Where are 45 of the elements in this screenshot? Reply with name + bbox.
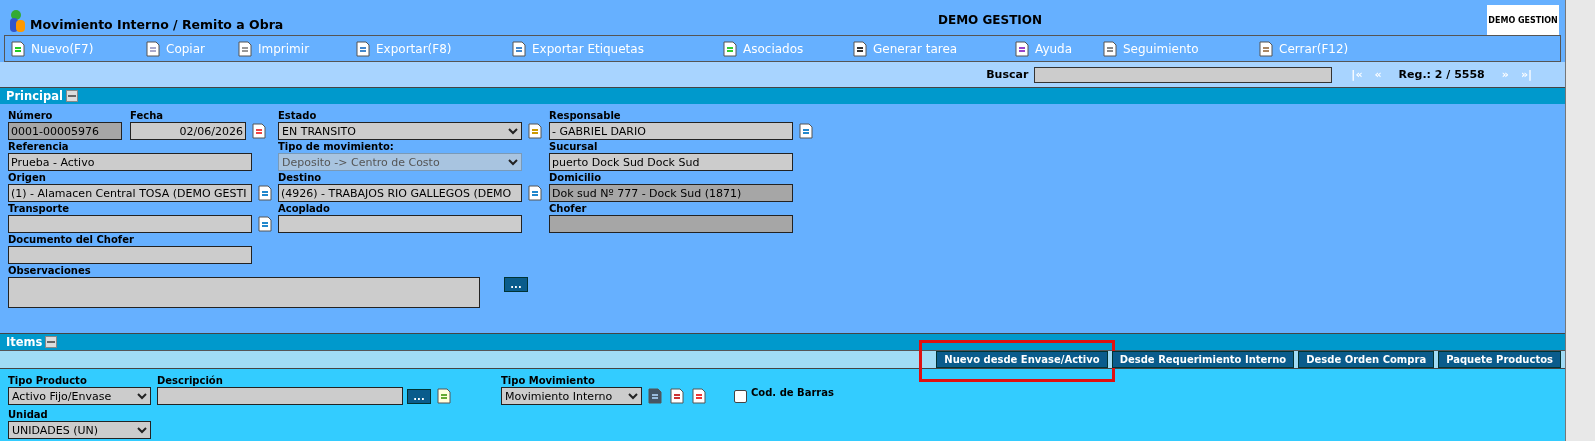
- field-label: Tipo Producto: [8, 375, 88, 387]
- field-label: Número: [8, 110, 54, 122]
- input-field[interactable]: (1) - Alamacen Central TOSA (DEMO GESTI: [8, 184, 252, 202]
- window-title: Movimiento Interno / Remito a Obra: [30, 17, 284, 32]
- input-field[interactable]: (4926) - TRABAJOS RIO GALLEGOS (DEMO: [278, 184, 522, 202]
- input-field[interactable]: Prueba - Activo: [8, 153, 252, 171]
- search-label: Buscar: [986, 68, 1029, 81]
- input-field[interactable]: 0001-00005976: [8, 122, 122, 140]
- checkbox-label: Cod. de Barras: [751, 387, 834, 399]
- field-label: Tipo Movimiento: [501, 375, 596, 387]
- field-label: Transporte: [8, 203, 70, 215]
- more-button[interactable]: ...: [504, 277, 528, 292]
- input-field[interactable]: Dok sud Nº 777 - Dock Sud (1871): [549, 184, 793, 202]
- section-title: Items: [6, 335, 43, 349]
- field-label: Destino: [278, 172, 323, 184]
- company-name: DEMO GESTION: [938, 13, 1043, 27]
- field-label: Documento del Chofer: [8, 234, 135, 246]
- record-counter: Reg.: 2 / 5558: [1398, 68, 1485, 81]
- dropdown[interactable]: Movimiento Interno: [501, 387, 642, 405]
- action-button[interactable]: Nuevo desde Envase/Activo: [936, 351, 1108, 368]
- field-label: Descripción: [157, 375, 224, 387]
- company-logo: DEMO GESTION: [1487, 5, 1559, 35]
- input-field[interactable]: puerto Dock Sud Dock Sud: [549, 153, 793, 171]
- field-label: Chofer: [549, 203, 588, 215]
- field-label: Origen: [8, 172, 47, 184]
- input-field[interactable]: 02/06/2026: [130, 122, 246, 140]
- field-label: Responsable: [549, 110, 622, 122]
- dropdown[interactable]: Activo Fijo/Envase: [8, 387, 151, 405]
- action-button[interactable]: Desde Orden Compra: [1298, 351, 1435, 368]
- action-button[interactable]: Desde Requerimiento Interno: [1111, 351, 1295, 368]
- dropdown[interactable]: EN TRANSITO: [278, 122, 522, 140]
- field-label: Sucursal: [549, 141, 599, 153]
- field-label: Referencia: [8, 141, 70, 153]
- field-label: Tipo de movimiento:: [278, 141, 395, 153]
- more-button[interactable]: ...: [407, 388, 431, 404]
- action-button[interactable]: Paquete Productos: [1438, 351, 1561, 368]
- section-title: Principal: [6, 89, 63, 103]
- field-label: Unidad: [8, 409, 49, 421]
- input-field[interactable]: - GABRIEL DARIO: [549, 122, 793, 140]
- field-label: Fecha: [130, 110, 164, 122]
- field-label: Estado: [278, 110, 318, 122]
- field-label: Acoplado: [278, 203, 331, 215]
- dropdown[interactable]: UNIDADES (UN): [8, 421, 151, 439]
- field-label: Domicilio: [549, 172, 603, 184]
- field-label: Observaciones: [8, 265, 92, 277]
